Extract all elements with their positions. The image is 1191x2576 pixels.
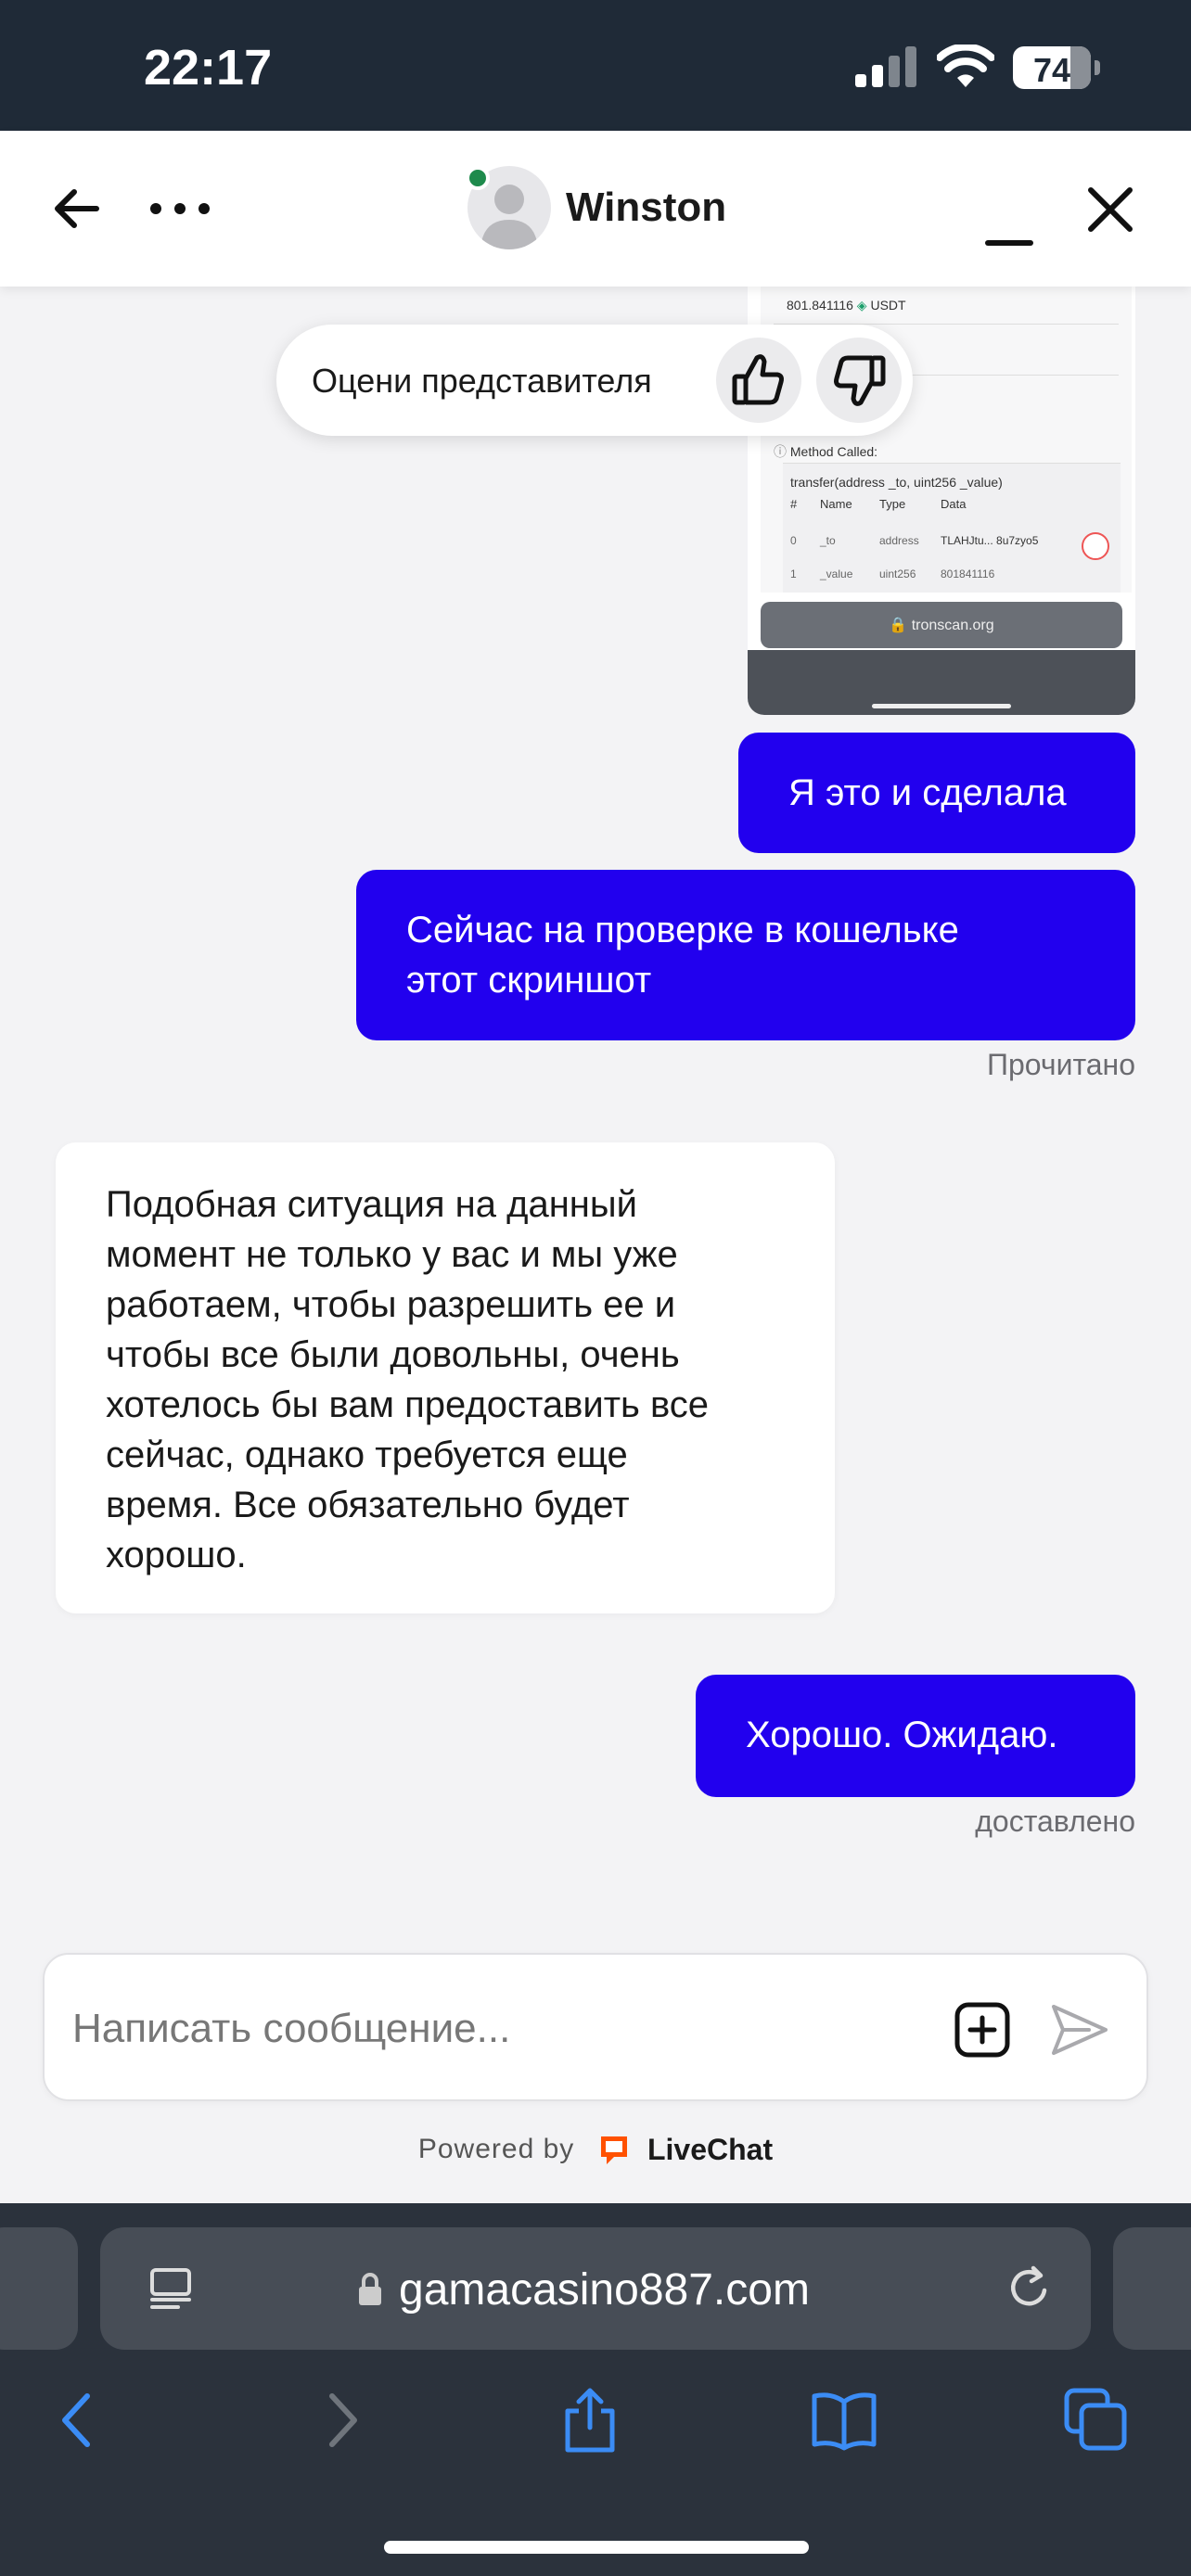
attachment-url: 🔒 tronscan.org (889, 618, 994, 633)
tabs-icon[interactable] (1063, 2387, 1130, 2454)
message-status: Прочитано (987, 1048, 1135, 1081)
thumbs-up-icon (732, 354, 784, 405)
message-text-line: этот скриншот (406, 960, 652, 1001)
message-text-line: хотелось бы вам предоставить все (106, 1384, 710, 1425)
attachment-method-label: ⓘ Method Called: (774, 444, 878, 459)
message-input[interactable] (72, 2001, 907, 2057)
message-outgoing: Сейчас на проверке в кошельке этот скрин… (356, 870, 1135, 1040)
attachment-col-type: Type (879, 497, 906, 511)
attachment-cell: address (879, 534, 919, 547)
message-text-line: чтобы все были довольны, очень (106, 1334, 680, 1375)
message-text-line: время. Все обязательно будет (106, 1485, 630, 1525)
home-indicator (384, 2541, 809, 2554)
attachment-urlbar: 🔒 tronscan.org (761, 602, 1122, 648)
next-tab[interactable] (1113, 2227, 1191, 2350)
thumbs-down-icon (834, 355, 886, 406)
online-status-dot (466, 166, 490, 190)
message-status: доставлено (975, 1804, 1135, 1838)
status-bar: 22:17 74 (0, 0, 1191, 131)
attachment-cell: 0 (790, 534, 797, 547)
livechat-brand: LiveChat (647, 2132, 774, 2166)
minimize-icon (985, 240, 1033, 246)
message-text-line: хорошо. (106, 1535, 247, 1575)
attachment-badge-icon (1082, 532, 1109, 560)
wifi-icon (937, 45, 994, 87)
minimize-button[interactable] (981, 214, 1035, 251)
powered-by-label: Powered by (417, 2134, 575, 2164)
message-text-line: Сейчас на проверке в кошельке (406, 910, 959, 950)
rate-agent-label: Оцени представителя (312, 362, 652, 400)
forward-nav-icon[interactable] (306, 2387, 373, 2454)
add-attachment-icon[interactable] (954, 2001, 1011, 2059)
battery-level: 74 (1032, 51, 1071, 89)
powered-by-footer: Powered by LiveChat (0, 2131, 1191, 2177)
rate-agent-prompt: Оцени представителя (276, 325, 913, 436)
send-icon[interactable] (1048, 2001, 1109, 2059)
back-nav-icon[interactable] (46, 2387, 113, 2454)
attachment-cell: TLAHJtu... 8u7zyo5 (941, 534, 1039, 547)
message-text-line: Подобная ситуация на данный (106, 1184, 637, 1225)
livechat-logo-icon (600, 2136, 627, 2164)
status-time: 22:17 (144, 40, 273, 96)
lock-icon (359, 2273, 381, 2305)
attachment-cell: 1 (790, 567, 797, 580)
attachment-amount: 801.841116 ◈ USDT (787, 298, 906, 312)
share-icon[interactable] (557, 2387, 623, 2454)
thumbs-up-button[interactable] (716, 338, 801, 423)
message-text-line: работаем, чтобы разрешить ее и (106, 1284, 676, 1325)
thumbs-down-button[interactable] (816, 338, 902, 423)
reader-mode-icon[interactable] (147, 2264, 195, 2313)
attachment-cell: uint256 (879, 567, 916, 580)
browser-toolbar: gamacasino887.com (0, 2203, 1191, 2576)
message-text: Хорошо. Ожидаю. (746, 1715, 1058, 1755)
message-text: Я это и сделала (788, 772, 1067, 813)
address-bar[interactable]: gamacasino887.com (100, 2227, 1091, 2350)
message-outgoing: Хорошо. Ожидаю. (696, 1675, 1135, 1797)
attachment-col-name: Name (820, 497, 852, 511)
battery-icon: 74 (1013, 46, 1100, 89)
message-text-line: момент не только у вас и мы уже (106, 1234, 678, 1275)
attachment-function: transfer(address _to, uint256 _value) (790, 475, 1003, 490)
cellular-signal-icon (855, 46, 916, 87)
message-outgoing: Я это и сделала (738, 733, 1135, 853)
agent-name: Winston (566, 185, 727, 230)
attachment-home-indicator (872, 704, 1011, 708)
attachment-table: transfer(address _to, uint256 _value) # … (783, 463, 1121, 593)
message-text-line: сейчас, однако требуется еще (106, 1435, 628, 1475)
more-options-icon[interactable] (147, 181, 213, 236)
attachment-cell: _value (820, 567, 853, 580)
close-icon[interactable] (1083, 183, 1137, 236)
attachment-col-data: Data (941, 497, 967, 511)
previous-tab[interactable] (0, 2227, 78, 2350)
attachment-col-num: # (790, 497, 798, 511)
chat-header: Winston (0, 131, 1191, 287)
back-arrow-icon[interactable] (48, 181, 104, 236)
message-incoming: Подобная ситуация на данный момент не то… (56, 1142, 835, 1613)
message-composer (43, 1953, 1148, 2101)
reload-icon[interactable] (1004, 2263, 1056, 2315)
bookmarks-icon[interactable] (811, 2387, 877, 2454)
attachment-cell: 801841116 (941, 567, 995, 580)
attachment-cell: _to (820, 534, 836, 547)
url-text: gamacasino887.com (399, 2265, 810, 2315)
